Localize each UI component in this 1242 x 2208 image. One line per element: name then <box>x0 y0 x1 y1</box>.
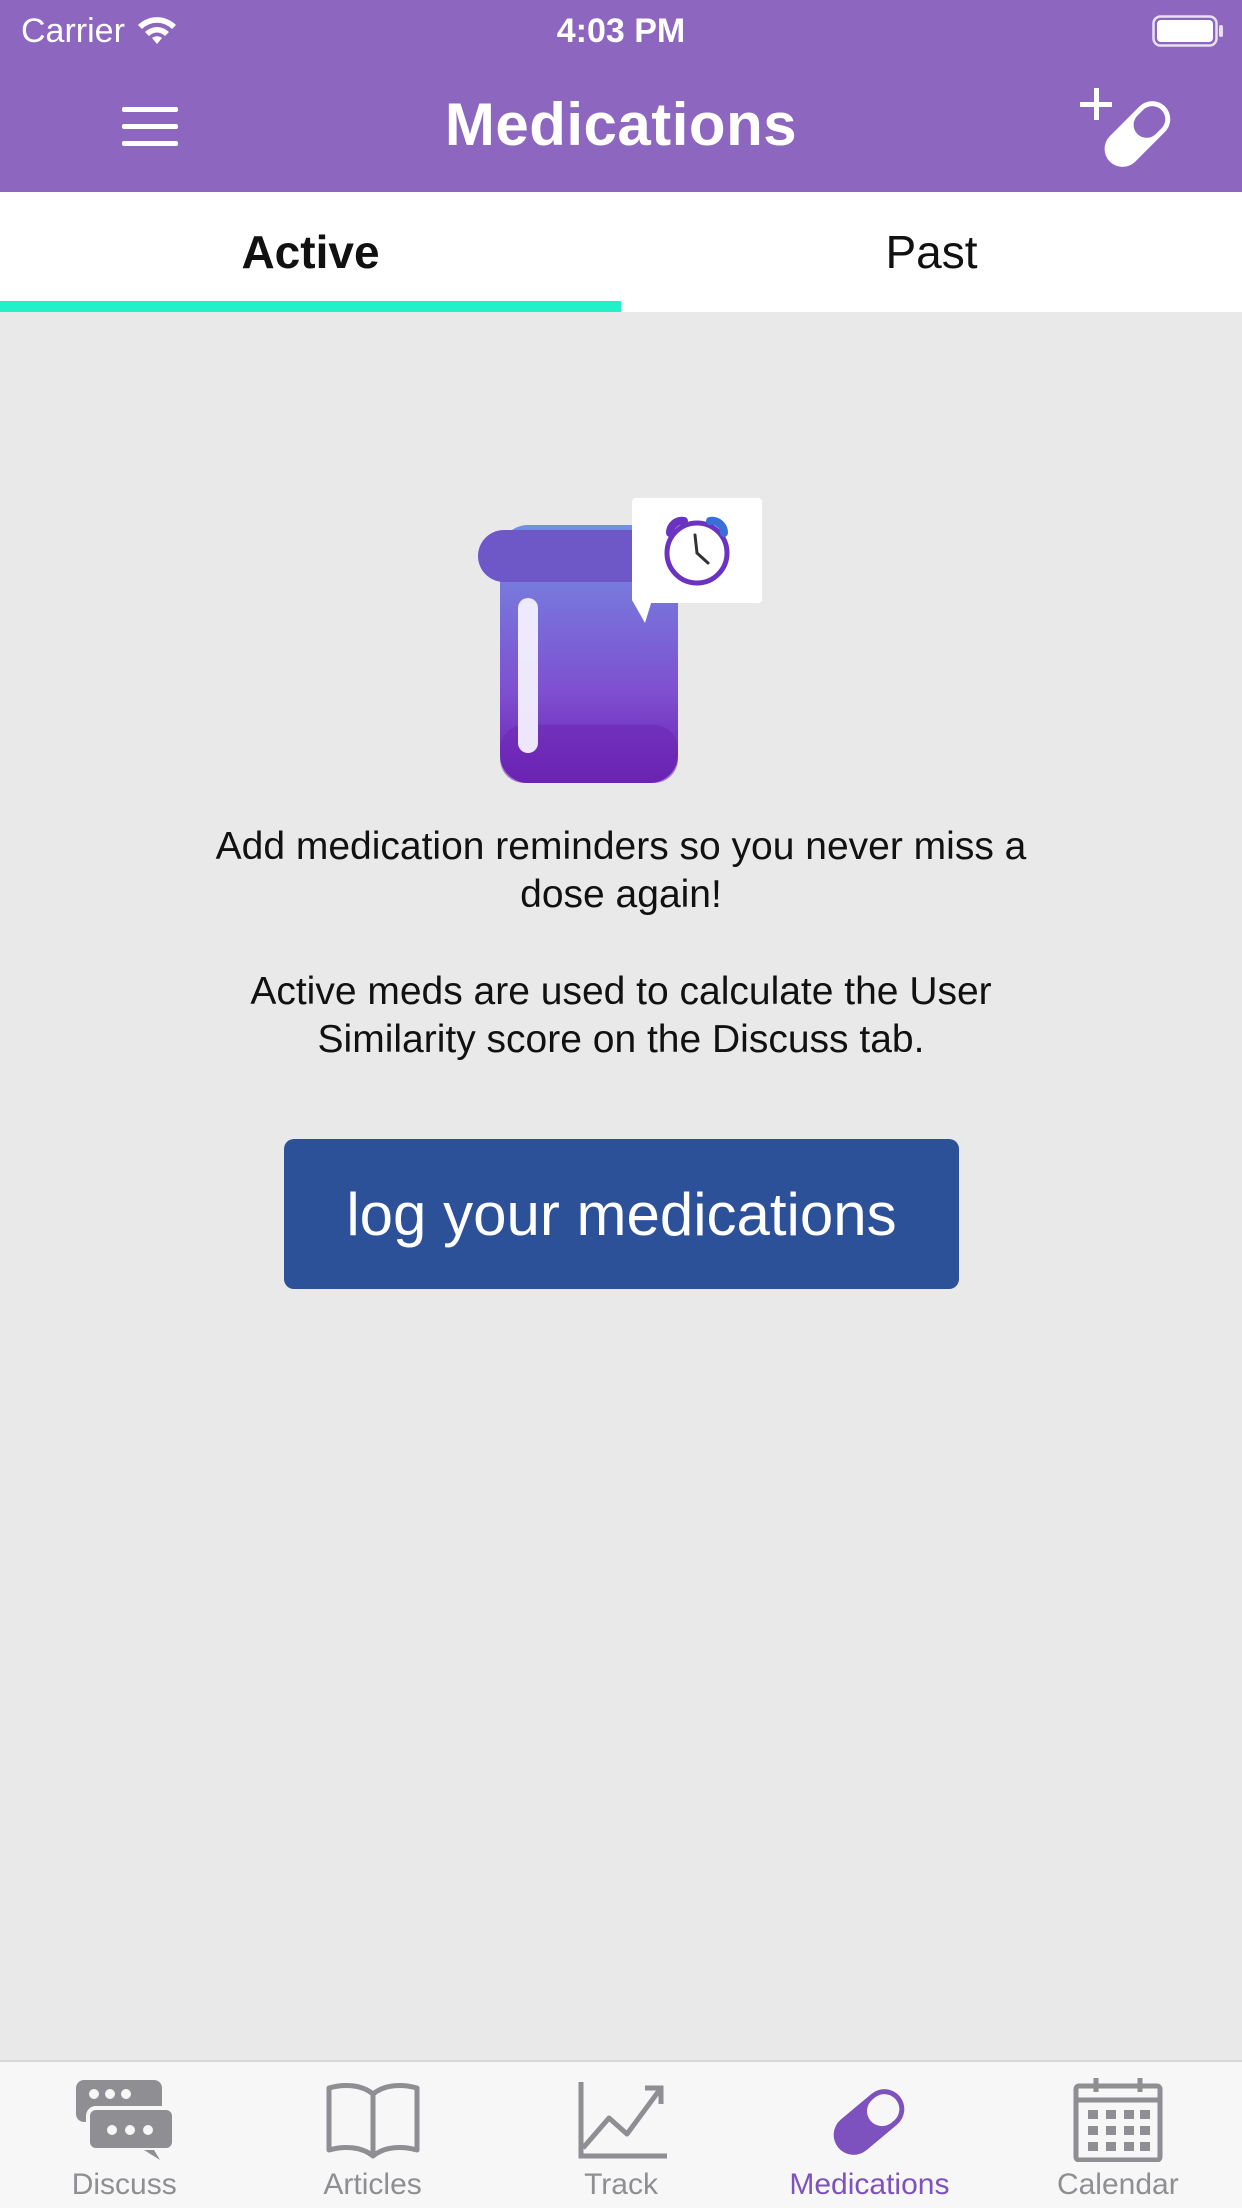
discuss-icon <box>76 2080 175 2160</box>
nav-bar: Medications <box>0 62 1242 192</box>
tab-indicator <box>0 301 621 312</box>
add-medication-button[interactable] <box>1080 84 1180 170</box>
similarity-message: Active meds are used to calculate the Us… <box>250 970 992 1061</box>
status-bar: Carrier 4:03 PM <box>0 0 1242 62</box>
medication-reminder-illustration <box>478 498 762 783</box>
tabbar-item-medications[interactable]: Medications <box>745 2062 993 2208</box>
app: Carrier 4:03 PM Medications Active Past … <box>0 0 1242 2208</box>
tab-active-label: Active <box>241 226 380 278</box>
tabbar-label-articles: Articles <box>323 2168 422 2201</box>
calendar-icon <box>1073 2078 1163 2162</box>
tabbar-label-track: Track <box>584 2168 658 2201</box>
tab-past[interactable]: Past <box>621 192 1242 312</box>
tabbar-item-calendar[interactable]: Calendar <box>994 2062 1242 2208</box>
add-pill-icon <box>1080 88 1171 167</box>
status-time: 4:03 PM <box>556 12 686 50</box>
tab-active[interactable]: Active <box>0 192 621 312</box>
tabbar-item-articles[interactable]: Articles <box>248 2062 496 2208</box>
tabbar-item-discuss[interactable]: Discuss <box>0 2062 248 2208</box>
log-medications-button[interactable]: log your medications <box>284 1139 959 1289</box>
tabbar-label-medications: Medications <box>789 2168 950 2201</box>
chart-icon <box>578 2082 668 2159</box>
tabbar-item-track[interactable]: Track <box>497 2062 745 2208</box>
tabbar-label-discuss: Discuss <box>71 2168 177 2201</box>
tabbar-label-calendar: Calendar <box>1056 2168 1179 2201</box>
pill-icon <box>834 2089 905 2155</box>
bottom-tab-bar: Discuss Articles Track Medications Calen… <box>0 2060 1242 2208</box>
header: Carrier 4:03 PM Medications <box>0 0 1242 192</box>
battery-icon <box>1152 15 1223 47</box>
page-title: Medications <box>444 91 798 158</box>
reminder-message: Add medication reminders so you never mi… <box>215 825 1027 916</box>
tab-past-label: Past <box>885 226 978 278</box>
segment-tabs: Active Past <box>0 192 1242 312</box>
book-icon <box>326 2083 420 2159</box>
